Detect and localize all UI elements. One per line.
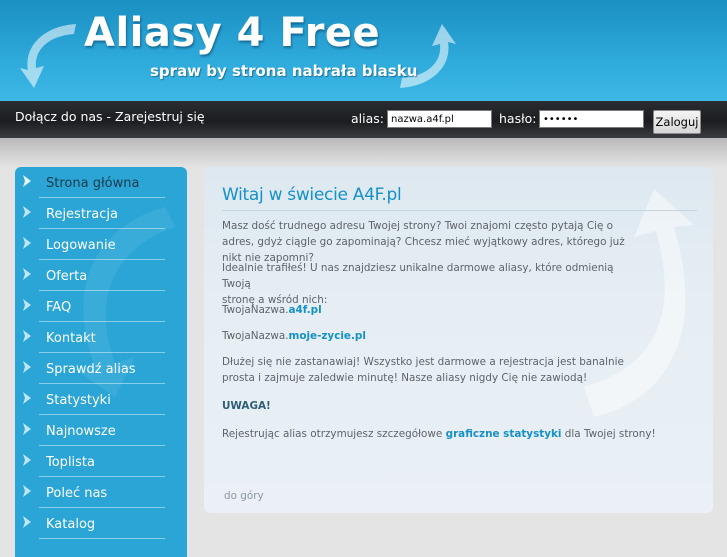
arrow-bullet-icon [23, 268, 31, 280]
sidebar-item-8[interactable]: Najnowsze [15, 415, 187, 446]
login-button[interactable]: Zaloguj [653, 110, 701, 134]
register-link[interactable]: Dołącz do nas - Zarejestruj się [15, 109, 205, 124]
swirl-arrow-right-icon [400, 24, 456, 88]
example-alias-2: TwojaNazwa.moje-zycie.pl [222, 328, 634, 344]
sidebar-item-label[interactable]: Sprawdź alias [46, 362, 136, 377]
warning-heading: UWAGA! [222, 398, 634, 414]
sidebar-item-label[interactable]: Rejestracja [46, 207, 118, 222]
alias-label: alias: [351, 111, 384, 126]
stats-text-after: dla Twojej strony! [564, 428, 656, 440]
offer-paragraph: Idealnie trafiłeś! U nas znajdziesz unik… [222, 260, 634, 308]
stats-link[interactable]: graficzne statystyki [446, 428, 562, 440]
sidebar-item-0[interactable]: Strona główna [15, 167, 187, 198]
arrow-bullet-icon [23, 485, 31, 497]
header-shadow-strip [0, 138, 727, 168]
password-label: hasło: [499, 111, 537, 126]
arrow-bullet-icon [23, 237, 31, 249]
warning-text: UWAGA! [222, 400, 271, 412]
swirl-arrow-left-icon [20, 24, 76, 88]
sidebar-item-label[interactable]: Poleć nas [46, 486, 107, 501]
sidebar-item-5[interactable]: Kontakt [15, 322, 187, 353]
sidebar-divider [39, 538, 165, 539]
offer-line-1: Idealnie trafiłeś! U nas znajdziesz unik… [222, 262, 614, 290]
sidebar-item-7[interactable]: Statystyki [15, 384, 187, 415]
stats-paragraph: Rejestrując alias otrzymujesz szczegółow… [222, 426, 702, 442]
arrow-bullet-icon [23, 423, 31, 435]
back-to-top-link[interactable]: do góry [224, 490, 264, 502]
sidebar-item-label[interactable]: Statystyki [46, 393, 111, 408]
sidebar-item-11[interactable]: Katalog [15, 508, 187, 539]
sidebar-item-label[interactable]: Strona główna [46, 176, 139, 191]
sidebar-item-label[interactable]: Katalog [46, 517, 95, 532]
intro-paragraph: Masz dość trudnego adresu Twojej strony?… [222, 220, 625, 264]
arrow-bullet-icon [23, 175, 31, 187]
example-domain: moje-zycie.pl [288, 330, 366, 342]
sidebar-item-3[interactable]: Oferta [15, 260, 187, 291]
sidebar-item-9[interactable]: Toplista [15, 446, 187, 477]
arrow-bullet-icon [23, 516, 31, 528]
sidebar-item-label[interactable]: Toplista [46, 455, 95, 470]
page-title: Witaj w świecie A4F.pl [222, 185, 402, 205]
sidebar-item-10[interactable]: Poleć nas [15, 477, 187, 508]
site-tagline: spraw by strona nabrała blasku [150, 62, 418, 80]
nav-list: Strona główna Rejestracja Logowanie Oferta F… [15, 167, 187, 539]
stats-text-before: Rejestrując alias otrzymujesz szczegółow… [222, 428, 443, 440]
sidebar-item-1[interactable]: Rejestracja [15, 198, 187, 229]
title-divider [222, 210, 697, 211]
sidebar-item-label[interactable]: FAQ [46, 300, 71, 315]
sidebar-nav: Strona główna Rejestracja Logowanie Oferta F… [15, 167, 187, 557]
password-input[interactable] [539, 110, 644, 128]
main-content: Witaj w świecie A4F.pl Masz dość trudneg… [204, 167, 713, 513]
cta-paragraph: Dłużej się nie zastanawiaj! Wszystko jes… [222, 356, 624, 384]
arrow-bullet-icon [23, 299, 31, 311]
sidebar-item-2[interactable]: Logowanie [15, 229, 187, 260]
arrow-bullet-icon [23, 454, 31, 466]
example-domain: a4f.pl [288, 304, 322, 316]
sidebar-item-label[interactable]: Kontakt [46, 331, 96, 346]
sidebar-item-6[interactable]: Sprawdź alias [15, 353, 187, 384]
example-prefix: TwojaNazwa. [222, 304, 289, 316]
alias-input[interactable] [387, 110, 492, 128]
sidebar-item-label[interactable]: Logowanie [46, 238, 116, 253]
sidebar-item-4[interactable]: FAQ [15, 291, 187, 322]
login-bar: Dołącz do nas - Zarejestruj się alias: h… [0, 101, 727, 138]
arrow-bullet-icon [23, 330, 31, 342]
example-alias-1: TwojaNazwa.a4f.pl [222, 302, 634, 318]
site-header: Aliasy 4 Free spraw by strona nabrała bl… [0, 0, 727, 101]
sidebar-item-label[interactable]: Najnowsze [46, 424, 116, 439]
sidebar-item-label[interactable]: Oferta [46, 269, 87, 284]
arrow-bullet-icon [23, 206, 31, 218]
arrow-bullet-icon [23, 392, 31, 404]
arrow-bullet-icon [23, 361, 31, 373]
site-title: Aliasy 4 Free [84, 10, 381, 56]
example-prefix: TwojaNazwa. [222, 330, 289, 342]
